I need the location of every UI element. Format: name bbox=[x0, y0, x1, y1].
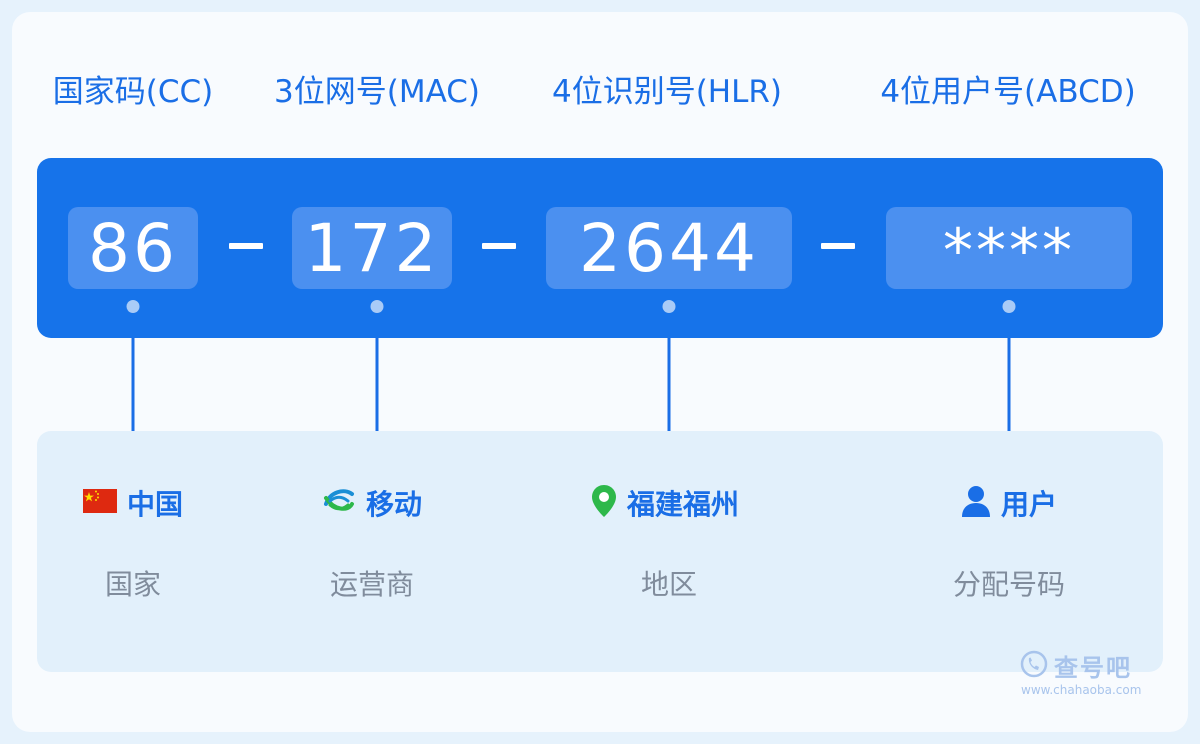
label-carrier-text: 移动 bbox=[365, 488, 423, 521]
header-user-code: 4位用户号(ABCD) bbox=[880, 74, 1136, 110]
sublabel-user: 分配号码 bbox=[952, 568, 1066, 601]
sublabel-carrier: 运营商 bbox=[329, 568, 415, 601]
label-region: 福建福州 bbox=[591, 483, 739, 523]
segment-user-code: **** bbox=[886, 207, 1132, 289]
info-panel bbox=[37, 431, 1163, 672]
connector-dot bbox=[1002, 300, 1016, 313]
label-country: 中国 bbox=[82, 483, 184, 523]
header-network-code: 3位网号(MAC) bbox=[274, 74, 480, 110]
separator-dash bbox=[482, 243, 516, 249]
label-country-text: 中国 bbox=[126, 488, 184, 521]
watermark: 查号吧 bbox=[1020, 648, 1132, 683]
separator-dash bbox=[821, 243, 855, 249]
sublabel-country: 国家 bbox=[104, 568, 162, 601]
phone-logo-icon bbox=[1020, 650, 1048, 682]
china-flag-icon bbox=[82, 489, 117, 517]
sublabel-region: 地区 bbox=[640, 568, 698, 601]
user-icon bbox=[961, 485, 991, 521]
watermark-name: 查号吧 bbox=[1054, 654, 1132, 682]
connector-line bbox=[1007, 338, 1011, 432]
label-user: 用户 bbox=[961, 483, 1057, 523]
segment-country-code: 86 bbox=[68, 207, 198, 289]
connector-dot bbox=[662, 300, 676, 313]
connector-line bbox=[375, 338, 379, 432]
connector-dot bbox=[370, 300, 384, 313]
segment-network-code: 172 bbox=[292, 207, 452, 289]
connector-dot bbox=[126, 300, 140, 313]
segment-hlr-code: 2644 bbox=[546, 207, 792, 289]
china-mobile-logo-icon bbox=[322, 484, 356, 522]
location-pin-icon bbox=[591, 484, 617, 522]
label-user-text: 用户 bbox=[1000, 488, 1058, 521]
watermark-url: www.chahaoba.com bbox=[1021, 683, 1142, 697]
connector-line bbox=[131, 338, 135, 432]
header-hlr-code: 4位识别号(HLR) bbox=[551, 74, 783, 110]
label-carrier: 移动 bbox=[322, 483, 422, 523]
separator-dash bbox=[229, 243, 263, 249]
header-country-code: 国家码(CC) bbox=[52, 74, 214, 110]
label-region-text: 福建福州 bbox=[626, 488, 740, 521]
connector-line bbox=[667, 338, 671, 432]
